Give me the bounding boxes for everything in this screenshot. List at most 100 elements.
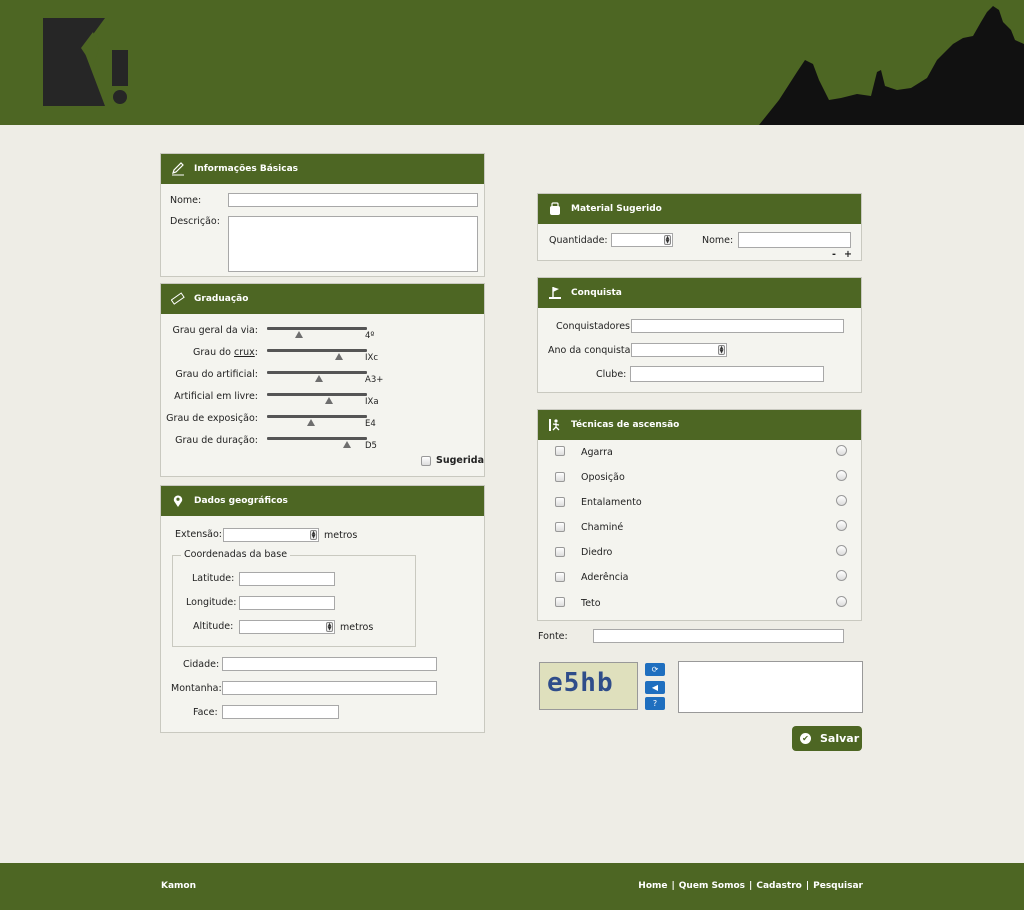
latitude-input[interactable]: [239, 572, 335, 586]
grade-crux-label: Grau do crux:: [193, 347, 258, 358]
artificial-free-slider[interactable]: [267, 392, 367, 404]
footer-brand[interactable]: Kamon: [161, 881, 196, 891]
footer-link-about[interactable]: Quem Somos: [679, 881, 745, 891]
name-input[interactable]: [228, 193, 478, 207]
extension-unit: metros: [324, 530, 358, 541]
technique-label: Teto: [581, 598, 601, 609]
captcha-refresh-icon[interactable]: ⟳: [645, 663, 665, 676]
captcha-response-input[interactable]: [678, 661, 863, 713]
grade-general-label: Grau geral da via:: [172, 325, 258, 336]
source-input[interactable]: [593, 629, 844, 643]
base-coordinates-legend: Coordenadas da base: [181, 549, 291, 560]
technique-checkbox[interactable]: [555, 547, 565, 557]
quantity-spinner[interactable]: ▲ ▼: [664, 235, 671, 245]
source-label: Fonte:: [538, 631, 568, 642]
grade-exposure-value: E4: [365, 419, 376, 429]
conquest-year-input[interactable]: ▲ ▼: [631, 343, 727, 357]
grade-duration-label: Grau de duração:: [175, 435, 258, 446]
ruler-icon: [171, 292, 185, 306]
summit-flag-icon: [548, 286, 562, 300]
technique-radio[interactable]: [836, 520, 847, 531]
conquerors-input[interactable]: [631, 319, 844, 333]
city-input[interactable]: [222, 657, 437, 671]
captcha-audio-icon[interactable]: ◀: [645, 681, 665, 694]
conquest-year-spinner[interactable]: ▲ ▼: [718, 345, 725, 355]
grade-crux-slider[interactable]: [267, 348, 367, 360]
conquerors-label: Conquistadores:: [556, 321, 634, 332]
technique-checkbox[interactable]: [555, 572, 565, 582]
name-label: Nome:: [170, 195, 202, 206]
footer: Kamon Home | Quem Somos | Cadastro | Pesquisar: [0, 863, 1024, 910]
technique-label: Chaminé: [581, 522, 624, 533]
technique-radio[interactable]: [836, 495, 847, 506]
add-material-button[interactable]: +: [844, 249, 852, 260]
footer-link-search[interactable]: Pesquisar: [813, 881, 863, 891]
grade-exposure-slider[interactable]: [267, 414, 367, 426]
conquest-year-label: Ano da conquista:: [548, 345, 634, 356]
geo-header: Dados geográficos: [161, 486, 484, 516]
footer-separator: |: [749, 881, 753, 891]
suggested-checkbox[interactable]: [421, 456, 431, 466]
technique-radio[interactable]: [836, 570, 847, 581]
mountain-input[interactable]: [222, 681, 437, 695]
technique-label: Agarra: [581, 447, 613, 458]
remove-material-button[interactable]: -: [832, 249, 836, 260]
description-textarea[interactable]: [228, 216, 478, 272]
grade-duration-value: D5: [365, 441, 377, 451]
material-name-label: Nome:: [702, 235, 734, 246]
club-input[interactable]: [630, 366, 824, 382]
technique-checkbox[interactable]: [555, 446, 565, 456]
pencil-icon: [171, 162, 185, 176]
geo-panel: Dados geográficos Extensão: ▲ ▼ metros Co…: [160, 485, 485, 733]
technique-checkbox[interactable]: [555, 597, 565, 607]
face-label: Face:: [193, 707, 218, 718]
techniques-header: Técnicas de ascensão: [538, 410, 861, 440]
technique-checkbox[interactable]: [555, 472, 565, 482]
grade-duration-slider[interactable]: [267, 436, 367, 448]
quantity-input[interactable]: ▲ ▼: [611, 233, 673, 247]
technique-radio[interactable]: [836, 596, 847, 607]
club-label: Clube:: [596, 369, 627, 380]
grading-panel: Graduação Grau geral da via: 4º Grau do …: [160, 283, 485, 477]
crux-link[interactable]: crux: [234, 347, 255, 358]
technique-checkbox[interactable]: [555, 522, 565, 532]
quantity-label: Quantidade:: [549, 235, 608, 246]
conquest-panel: Conquista Conquistadores: Ano da conquis…: [537, 277, 862, 393]
altitude-spinner[interactable]: ▲ ▼: [326, 622, 333, 632]
location-pin-icon: [171, 494, 185, 508]
technique-label: Oposição: [581, 472, 625, 483]
grade-general-slider[interactable]: [267, 326, 367, 338]
material-title: Material Sugerido: [571, 204, 662, 214]
footer-link-home[interactable]: Home: [638, 881, 667, 891]
techniques-panel: Técnicas de ascensão Agarra Oposição Ent…: [537, 409, 862, 621]
footer-link-register[interactable]: Cadastro: [756, 881, 801, 891]
material-name-input[interactable]: [738, 232, 851, 248]
altitude-unit: metros: [340, 622, 374, 633]
technique-label: Entalamento: [581, 497, 642, 508]
extension-label: Extensão:: [175, 529, 222, 540]
technique-checkbox[interactable]: [555, 497, 565, 507]
header: [0, 0, 1024, 125]
kamon-logo[interactable]: [43, 18, 133, 106]
basic-info-panel: Informações Básicas Nome: Descrição:: [160, 153, 485, 277]
conquest-header: Conquista: [538, 278, 861, 308]
captcha-help-icon[interactable]: ?: [645, 697, 665, 710]
technique-radio[interactable]: [836, 445, 847, 456]
bag-icon: [548, 202, 562, 216]
extension-spinner[interactable]: ▲ ▼: [310, 530, 317, 540]
basic-info-title: Informações Básicas: [194, 164, 298, 174]
checkmark-icon: ✔: [800, 733, 811, 744]
captcha-text: e5hb: [547, 668, 614, 698]
altitude-input[interactable]: ▲ ▼: [239, 620, 335, 634]
artificial-free-value: IXa: [365, 397, 379, 407]
grade-exposure-label: Grau de exposição:: [166, 413, 258, 424]
save-button[interactable]: ✔ Salvar: [792, 726, 862, 751]
technique-label: Aderência: [581, 572, 629, 583]
extension-input[interactable]: ▲ ▼: [223, 528, 319, 542]
technique-radio[interactable]: [836, 470, 847, 481]
grade-artificial-slider[interactable]: [267, 370, 367, 382]
technique-radio[interactable]: [836, 545, 847, 556]
longitude-label: Longitude:: [186, 597, 237, 608]
face-input[interactable]: [222, 705, 339, 719]
longitude-input[interactable]: [239, 596, 335, 610]
